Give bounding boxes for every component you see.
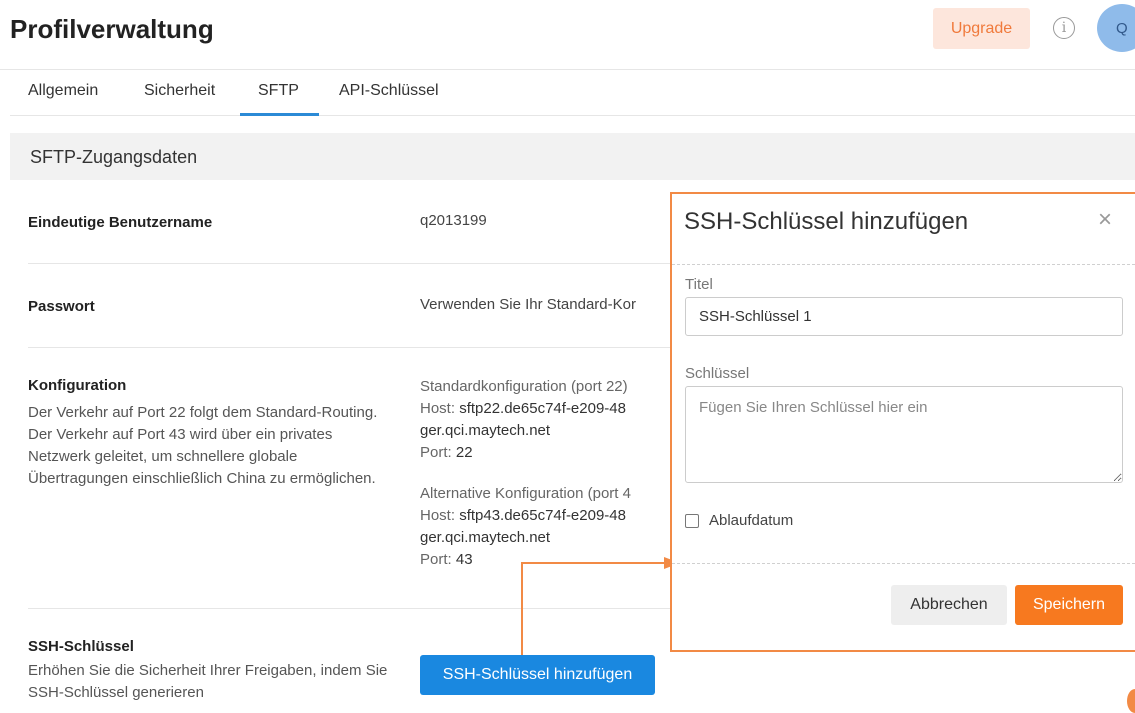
alternative-port: Port: 43	[420, 549, 631, 571]
section-title: SFTP-Zugangsdaten	[30, 147, 198, 167]
avatar[interactable]: Q	[1097, 4, 1135, 52]
dialog-divider	[672, 264, 1135, 265]
host-label: Host:	[420, 507, 456, 524]
title-field-label: Titel	[685, 276, 713, 293]
key-field-label: Schlüssel	[685, 365, 750, 382]
app-header: Profilverwaltung Upgrade i Q	[0, 0, 1135, 70]
close-icon[interactable]: ×	[1098, 208, 1112, 232]
alternative-host-value: sftp43.de65c74f-e209-48	[459, 507, 626, 524]
connector-line	[521, 562, 664, 655]
alternative-host-value-cont: ger.qci.maytech.net	[420, 529, 551, 546]
info-icon[interactable]: i	[1053, 17, 1075, 39]
save-button[interactable]: Speichern	[1015, 585, 1123, 625]
password-value: Verwenden Sie Ihr Standard-Kor	[420, 296, 636, 313]
upgrade-button[interactable]: Upgrade	[933, 8, 1030, 49]
config-label: Konfiguration	[28, 377, 127, 394]
key-textarea[interactable]	[685, 386, 1123, 483]
tab-api-schluessel[interactable]: API-Schlüssel	[339, 82, 439, 100]
title-input[interactable]	[685, 297, 1123, 336]
row-divider	[28, 263, 688, 264]
standard-port-value: 22	[455, 444, 473, 461]
row-divider	[28, 608, 688, 609]
standard-config: Standardkonfiguration (port 22) Host: sf…	[420, 376, 628, 464]
alternative-config-title: Alternative Konfiguration (port 4	[420, 485, 631, 502]
tab-sftp[interactable]: SFTP	[258, 82, 299, 100]
dialog-title: SSH-Schlüssel hinzufügen	[684, 208, 969, 235]
password-label: Passwort	[28, 298, 95, 315]
tab-bar: Allgemein Sicherheit SFTP API-Schlüssel	[10, 70, 1135, 116]
username-value: q2013199	[420, 212, 487, 229]
standard-port: Port: 22	[420, 442, 628, 464]
add-ssh-key-dialog: SSH-Schlüssel hinzufügen × Titel Schlüss…	[670, 192, 1135, 652]
host-label: Host:	[420, 400, 456, 417]
config-description: Der Verkehr auf Port 22 folgt dem Standa…	[28, 404, 378, 487]
page-title: Profilverwaltung	[10, 14, 214, 44]
standard-host-value-cont: ger.qci.maytech.net	[420, 422, 551, 439]
add-ssh-key-button[interactable]: SSH-Schlüssel hinzufügen	[420, 655, 655, 695]
row-divider	[28, 347, 688, 348]
standard-host-value: sftp22.de65c74f-e209-48	[459, 400, 626, 417]
ssh-label: SSH-Schlüssel	[28, 638, 134, 655]
standard-config-title: Standardkonfiguration (port 22)	[420, 378, 628, 395]
tab-allgemein[interactable]: Allgemein	[28, 82, 98, 100]
cancel-button[interactable]: Abbrechen	[891, 585, 1007, 625]
standard-host: Host: sftp22.de65c74f-e209-48	[420, 398, 628, 420]
tab-sicherheit[interactable]: Sicherheit	[144, 82, 215, 100]
section-header: SFTP-Zugangsdaten	[10, 133, 1135, 180]
dialog-divider	[672, 563, 1135, 564]
port-label: Port:	[420, 551, 452, 568]
port-label: Port:	[420, 444, 452, 461]
username-label: Eindeutige Benutzername	[28, 214, 213, 231]
ssh-description: Erhöhen Sie die Sicherheit Ihrer Freigab…	[28, 662, 388, 701]
expiry-checkbox[interactable]	[685, 514, 699, 528]
help-widget[interactable]	[1127, 689, 1135, 713]
alternative-host: Host: sftp43.de65c74f-e209-48	[420, 505, 631, 527]
alternative-config: Alternative Konfiguration (port 4 Host: …	[420, 483, 631, 571]
expiry-label[interactable]: Ablaufdatum	[709, 512, 793, 529]
active-tab-indicator	[240, 113, 319, 116]
alternative-port-value: 43	[455, 551, 473, 568]
